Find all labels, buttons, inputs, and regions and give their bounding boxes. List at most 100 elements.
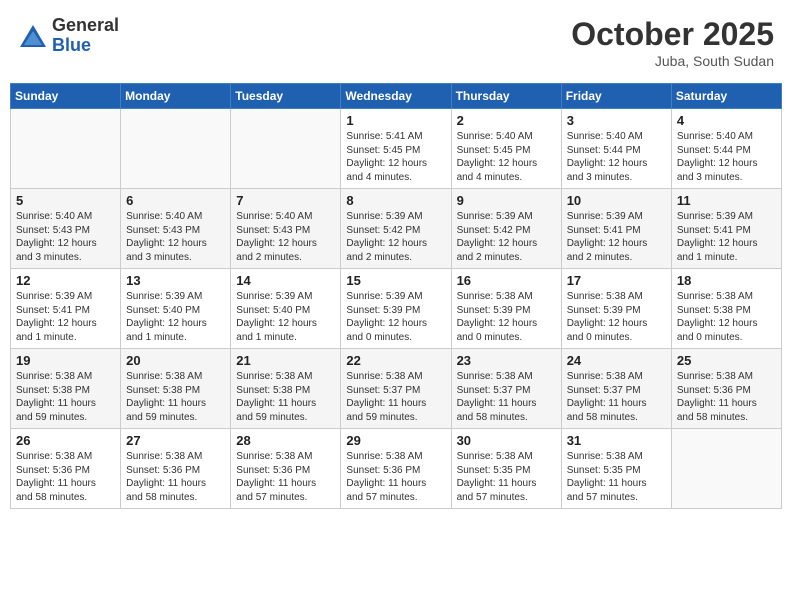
day-number: 13 [126,273,225,288]
day-number: 31 [567,433,666,448]
calendar-cell: 23 Sunrise: 5:38 AMSunset: 5:37 PMDayligh… [451,349,561,429]
calendar-cell: 30 Sunrise: 5:38 AMSunset: 5:35 PMDayligh… [451,429,561,509]
calendar-cell: 8Sunrise: 5:39 AMSunset: 5:42 PMDaylight… [341,189,451,269]
day-number: 11 [677,193,776,208]
day-number: 25 [677,353,776,368]
day-info: Sunrise: 5:40 AMSunset: 5:43 PMDaylight:… [16,210,115,264]
day-info: Sunrise: 5:40 AMSunset: 5:43 PMDaylight:… [236,210,335,264]
calendar-cell: 12 Sunrise: 5:39 AMSunset: 5:41 PMDayligh… [11,269,121,349]
day-number: 23 [457,353,556,368]
day-info: Sunrise: 5:40 AMSunset: 5:44 PMDaylight:… [567,130,666,184]
calendar-cell: 22Sunrise: 5:38 AMSunset: 5:37 PMDayligh… [341,349,451,429]
calendar-cell: 3 Sunrise: 5:40 AMSunset: 5:44 PMDaylight… [561,109,671,189]
day-info: Sunrise: 5:38 AMSunset: 5:36 PMDaylight:… [126,450,225,504]
day-info: Sunrise: 5:40 AMSunset: 5:43 PMDaylight:… [126,210,225,264]
calendar-cell: 25 Sunrise: 5:38 AMSunset: 5:36 PMDayligh… [671,349,781,429]
calendar-cell: 14 Sunrise: 5:39 AMSunset: 5:40 PMDayligh… [231,269,341,349]
day-number: 10 [567,193,666,208]
calendar-cell: 5 Sunrise: 5:40 AMSunset: 5:43 PMDaylight… [11,189,121,269]
day-number: 4 [677,113,776,128]
column-header-tuesday: Tuesday [231,84,341,109]
day-number: 19 [16,353,115,368]
day-info: Sunrise: 5:38 AMSunset: 5:37 PMDaylight:… [457,370,556,424]
calendar-cell [121,109,231,189]
day-info: Sunrise: 5:39 AMSunset: 5:40 PMDaylight:… [236,290,335,344]
day-info: Sunrise: 5:39 AMSunset: 5:42 PMDaylight:… [457,210,556,264]
day-info: Sunrise: 5:38 AMSunset: 5:39 PMDaylight:… [567,290,666,344]
calendar-cell: 2Sunrise: 5:40 AMSunset: 5:45 PMDaylight… [451,109,561,189]
column-header-wednesday: Wednesday [341,84,451,109]
calendar-cell: 1 Sunrise: 5:41 AMSunset: 5:45 PMDaylight… [341,109,451,189]
calendar-cell: 11Sunrise: 5:39 AMSunset: 5:41 PMDayligh… [671,189,781,269]
day-info: Sunrise: 5:41 AMSunset: 5:45 PMDaylight:… [346,130,445,184]
day-number: 20 [126,353,225,368]
day-info: Sunrise: 5:38 AMSunset: 5:37 PMDaylight:… [346,370,445,424]
location: Juba, South Sudan [571,53,774,69]
column-header-saturday: Saturday [671,84,781,109]
day-number: 8 [346,193,445,208]
calendar-cell: 16 Sunrise: 5:38 AMSunset: 5:39 PMDayligh… [451,269,561,349]
day-info: Sunrise: 5:39 AMSunset: 5:39 PMDaylight:… [346,290,445,344]
day-number: 12 [16,273,115,288]
calendar-week-2: 5 Sunrise: 5:40 AMSunset: 5:43 PMDaylight… [11,189,782,269]
calendar-cell: 28 Sunrise: 5:38 AMSunset: 5:36 PMDayligh… [231,429,341,509]
calendar-cell: 9 Sunrise: 5:39 AMSunset: 5:42 PMDaylight… [451,189,561,269]
day-info: Sunrise: 5:39 AMSunset: 5:41 PMDaylight:… [16,290,115,344]
day-info: Sunrise: 5:40 AMSunset: 5:45 PMDaylight:… [457,130,556,184]
day-number: 30 [457,433,556,448]
month-title: October 2025 [571,16,774,53]
day-number: 26 [16,433,115,448]
day-number: 5 [16,193,115,208]
day-number: 16 [457,273,556,288]
day-number: 18 [677,273,776,288]
day-number: 28 [236,433,335,448]
column-header-thursday: Thursday [451,84,561,109]
day-info: Sunrise: 5:38 AMSunset: 5:35 PMDaylight:… [567,450,666,504]
day-number: 27 [126,433,225,448]
calendar-cell: 20 Sunrise: 5:38 AMSunset: 5:38 PMDayligh… [121,349,231,429]
logo-general: General [52,16,119,36]
calendar-cell: 31 Sunrise: 5:38 AMSunset: 5:35 PMDayligh… [561,429,671,509]
calendar-cell: 27 Sunrise: 5:38 AMSunset: 5:36 PMDayligh… [121,429,231,509]
day-info: Sunrise: 5:40 AMSunset: 5:44 PMDaylight:… [677,130,776,184]
day-number: 15 [346,273,445,288]
calendar-cell: 7 Sunrise: 5:40 AMSunset: 5:43 PMDaylight… [231,189,341,269]
calendar-cell: 6Sunrise: 5:40 AMSunset: 5:43 PMDaylight… [121,189,231,269]
calendar-cell [11,109,121,189]
day-info: Sunrise: 5:38 AMSunset: 5:35 PMDaylight:… [457,450,556,504]
day-number: 9 [457,193,556,208]
calendar-cell [231,109,341,189]
day-info: Sunrise: 5:38 AMSunset: 5:36 PMDaylight:… [236,450,335,504]
calendar-table: SundayMondayTuesdayWednesdayThursdayFrid… [10,83,782,509]
day-info: Sunrise: 5:38 AMSunset: 5:38 PMDaylight:… [677,290,776,344]
title-block: October 2025 Juba, South Sudan [571,16,774,69]
day-info: Sunrise: 5:39 AMSunset: 5:40 PMDaylight:… [126,290,225,344]
calendar-cell: 10Sunrise: 5:39 AMSunset: 5:41 PMDayligh… [561,189,671,269]
day-number: 7 [236,193,335,208]
calendar-header-row: SundayMondayTuesdayWednesdayThursdayFrid… [11,84,782,109]
day-number: 17 [567,273,666,288]
column-header-sunday: Sunday [11,84,121,109]
calendar-cell: 18 Sunrise: 5:38 AMSunset: 5:38 PMDayligh… [671,269,781,349]
day-info: Sunrise: 5:38 AMSunset: 5:39 PMDaylight:… [457,290,556,344]
logo-text: General Blue [52,16,119,56]
calendar-cell: 24Sunrise: 5:38 AMSunset: 5:37 PMDayligh… [561,349,671,429]
logo-blue: Blue [52,36,119,56]
day-number: 21 [236,353,335,368]
day-info: Sunrise: 5:38 AMSunset: 5:38 PMDaylight:… [236,370,335,424]
day-number: 1 [346,113,445,128]
calendar-cell: 13 Sunrise: 5:39 AMSunset: 5:40 PMDayligh… [121,269,231,349]
day-number: 24 [567,353,666,368]
calendar-cell: 26Sunrise: 5:38 AMSunset: 5:36 PMDayligh… [11,429,121,509]
day-info: Sunrise: 5:38 AMSunset: 5:36 PMDaylight:… [677,370,776,424]
calendar-cell: 19Sunrise: 5:38 AMSunset: 5:38 PMDayligh… [11,349,121,429]
day-number: 3 [567,113,666,128]
day-info: Sunrise: 5:38 AMSunset: 5:38 PMDaylight:… [126,370,225,424]
calendar-cell: 29Sunrise: 5:38 AMSunset: 5:36 PMDayligh… [341,429,451,509]
calendar-cell: 17 Sunrise: 5:38 AMSunset: 5:39 PMDayligh… [561,269,671,349]
calendar-week-4: 19 Sunrise: 5:38 AMSunset: 5:38 PMDayligh… [11,349,782,429]
day-number: 14 [236,273,335,288]
calendar-cell: 21 Sunrise: 5:38 AMSunset: 5:38 PMDayligh… [231,349,341,429]
calendar-week-3: 12 Sunrise: 5:39 AMSunset: 5:41 PMDayligh… [11,269,782,349]
day-number: 29 [346,433,445,448]
